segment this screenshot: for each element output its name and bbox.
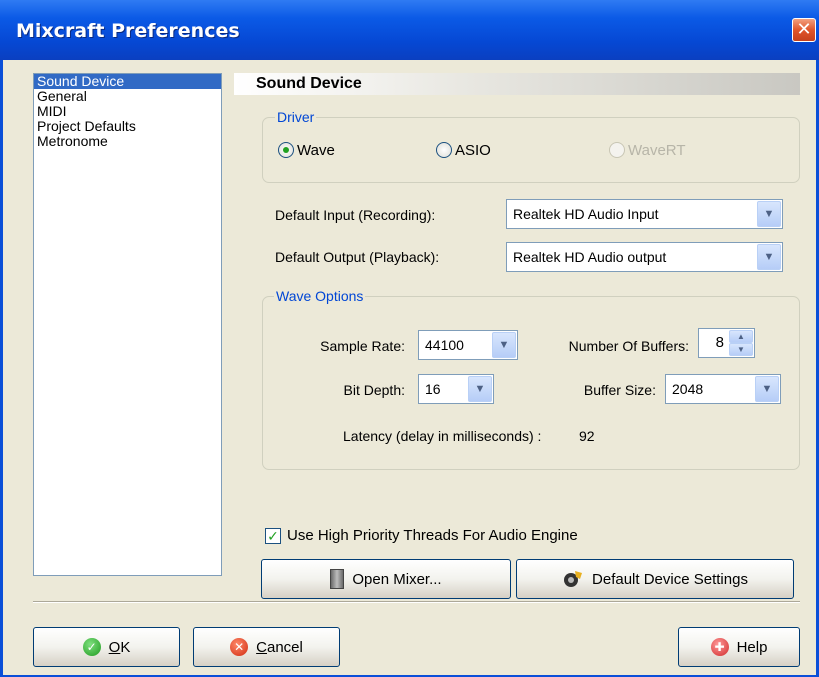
preferences-window: Mixcraft Preferences ✕ Sound Device Gene…	[0, 0, 819, 677]
latency-label: Latency (delay in milliseconds) :	[343, 428, 542, 444]
high-priority-row[interactable]: ✓ Use High Priority Threads For Audio En…	[265, 527, 578, 544]
bit-depth-select[interactable]: 16 ▼	[418, 374, 494, 404]
ok-button[interactable]: ✓ OK	[33, 627, 180, 667]
category-item-sound-device[interactable]: Sound Device	[34, 74, 221, 89]
chevron-down-icon[interactable]: ▼	[755, 376, 779, 402]
default-input-label: Default Input (Recording):	[275, 207, 436, 223]
radio-wave-indicator[interactable]	[278, 142, 294, 158]
chevron-down-icon[interactable]: ▼	[757, 201, 781, 227]
chevron-down-icon[interactable]: ▼	[492, 332, 516, 358]
dialog-body: Sound Device General MIDI Project Defaul…	[3, 60, 816, 675]
close-button[interactable]: ✕	[792, 18, 816, 42]
spin-buttons: ▲ ▼	[729, 330, 753, 356]
default-device-settings-button[interactable]: Default Device Settings	[516, 559, 794, 599]
speaker-settings-icon	[562, 569, 584, 589]
divider	[33, 601, 800, 603]
radio-wavert-indicator	[609, 142, 625, 158]
number-of-buffers-stepper[interactable]: 8 ▲ ▼	[698, 328, 755, 358]
buffer-size-label: Buffer Size:	[583, 382, 656, 398]
title-bar[interactable]: Mixcraft Preferences ✕	[0, 0, 819, 60]
latency-value: 92	[579, 428, 595, 444]
category-item-general[interactable]: General	[34, 89, 221, 104]
chevron-down-icon[interactable]: ▼	[757, 244, 781, 270]
help-label: Help	[736, 638, 768, 656]
number-of-buffers-label: Number Of Buffers:	[568, 338, 689, 354]
radio-wavert: WaveRT	[609, 140, 686, 160]
check-circle-icon: ✓	[82, 638, 101, 656]
radio-asio-label: ASIO	[455, 141, 491, 159]
lifebuoy-icon: ✚	[710, 638, 729, 656]
high-priority-checkbox[interactable]: ✓	[265, 527, 281, 544]
ok-mnemonic: O	[108, 638, 121, 656]
bit-depth-value: 16	[425, 381, 441, 397]
category-item-metronome[interactable]: Metronome	[34, 134, 221, 149]
section-title: Sound Device	[234, 73, 800, 95]
cancel-label-rest: ancel	[266, 638, 303, 656]
sample-rate-select[interactable]: 44100 ▼	[418, 330, 518, 360]
ok-label: OK	[109, 639, 131, 656]
bit-depth-label: Bit Depth:	[343, 382, 405, 398]
cancel-label: Cancel	[256, 639, 303, 656]
default-output-value: Realtek HD Audio output	[513, 249, 667, 265]
radio-wave[interactable]: Wave	[278, 140, 335, 160]
default-input-value: Realtek HD Audio Input	[513, 206, 659, 222]
radio-wave-label: Wave	[297, 141, 335, 159]
open-mixer-label: Open Mixer...	[352, 570, 442, 588]
driver-group	[262, 117, 800, 183]
category-item-midi[interactable]: MIDI	[34, 104, 221, 119]
default-output-label: Default Output (Playback):	[275, 249, 440, 265]
radio-wavert-label: WaveRT	[628, 141, 686, 159]
category-item-project-defaults[interactable]: Project Defaults	[34, 119, 221, 134]
window-title: Mixcraft Preferences	[16, 20, 240, 42]
default-output-select[interactable]: Realtek HD Audio output ▼	[506, 242, 783, 272]
wave-options-group-label: Wave Options	[274, 288, 366, 304]
cancel-button[interactable]: ✕ Cancel	[193, 627, 340, 667]
close-icon: ✕	[796, 19, 812, 39]
default-input-select[interactable]: Realtek HD Audio Input ▼	[506, 199, 783, 229]
radio-asio[interactable]: ASIO	[436, 140, 491, 160]
default-device-settings-label: Default Device Settings	[592, 570, 748, 588]
sample-rate-value: 44100	[425, 337, 464, 353]
mixer-icon	[330, 569, 345, 589]
radio-asio-indicator[interactable]	[436, 142, 452, 158]
cancel-mnemonic: C	[256, 638, 267, 656]
number-of-buffers-value: 8	[715, 334, 724, 351]
help-button[interactable]: ✚ Help	[678, 627, 800, 667]
ok-label-rest: K	[120, 638, 131, 656]
open-mixer-button[interactable]: Open Mixer...	[261, 559, 511, 599]
spin-up-icon[interactable]: ▲	[729, 330, 753, 343]
buffer-size-select[interactable]: 2048 ▼	[665, 374, 781, 404]
chevron-down-icon[interactable]: ▼	[468, 376, 492, 402]
spin-down-icon[interactable]: ▼	[729, 343, 753, 356]
category-list[interactable]: Sound Device General MIDI Project Defaul…	[33, 73, 222, 576]
x-circle-icon: ✕	[230, 638, 249, 656]
high-priority-label: Use High Priority Threads For Audio Engi…	[287, 527, 578, 544]
sample-rate-label: Sample Rate:	[320, 338, 405, 354]
driver-group-label: Driver	[275, 109, 317, 125]
buffer-size-value: 2048	[672, 381, 704, 397]
